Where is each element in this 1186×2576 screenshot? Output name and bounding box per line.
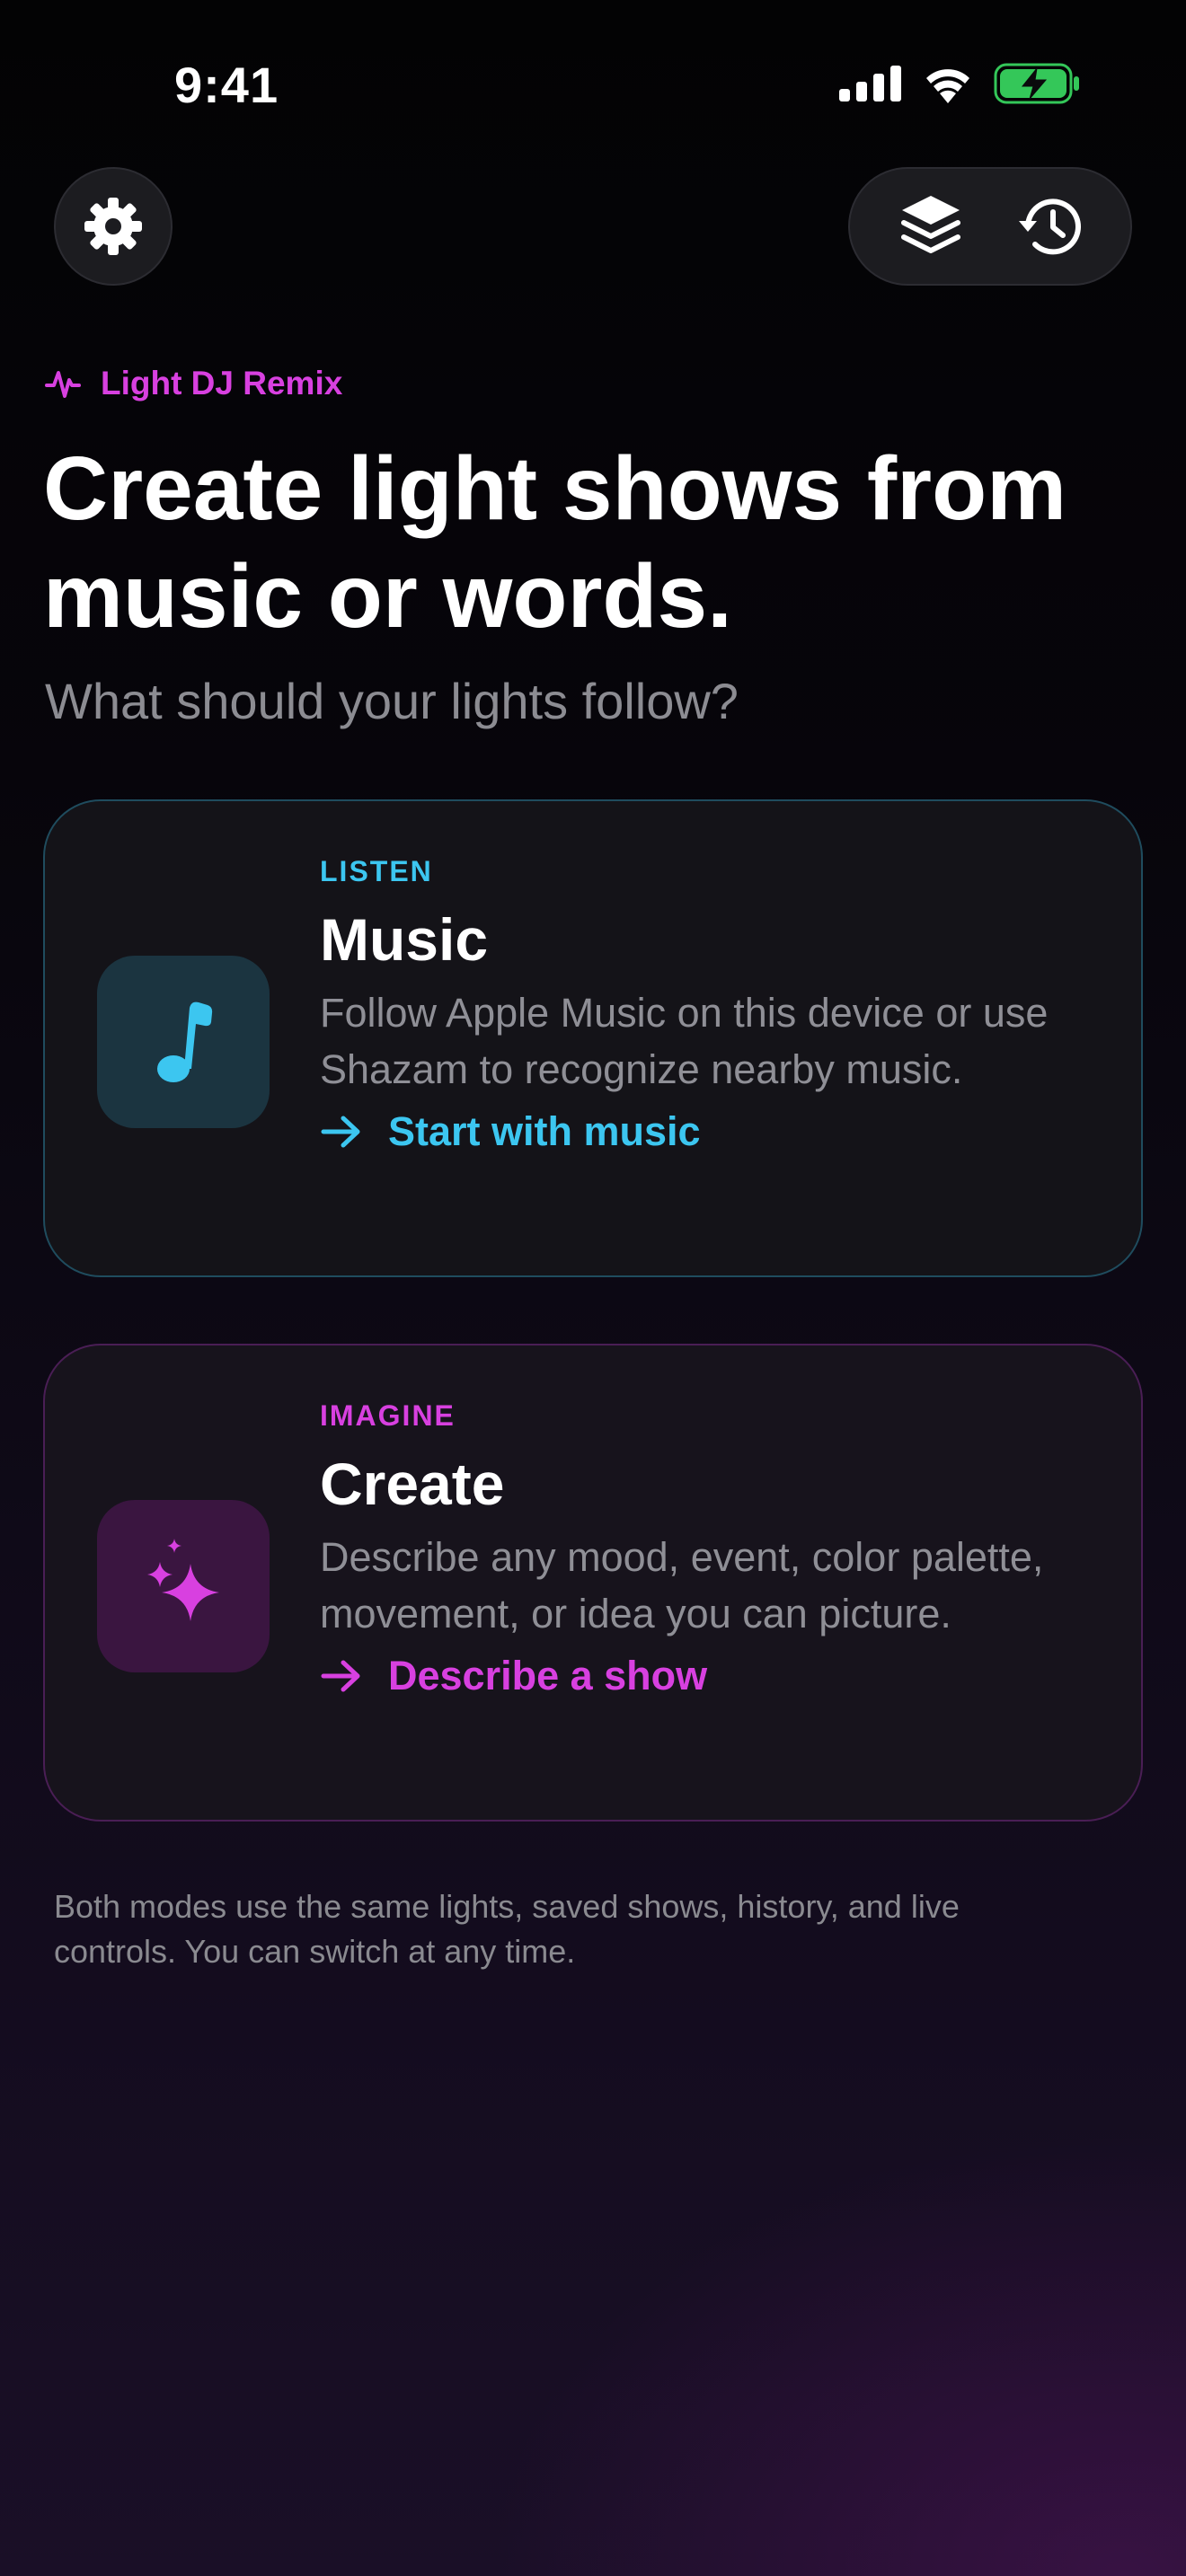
brand-row: Light DJ Remix — [45, 365, 342, 402]
create-mode-card[interactable]: IMAGINE Create Describe any mood, event,… — [43, 1344, 1143, 1822]
battery-charging-icon — [994, 63, 1079, 104]
toolbar-pill — [848, 167, 1132, 286]
cellular-signal-icon — [839, 66, 901, 101]
music-icon-tile — [97, 956, 270, 1128]
status-icons — [839, 63, 1080, 104]
arrow-right-icon — [321, 1116, 360, 1148]
gear-icon — [84, 198, 142, 255]
card-action-label: Start with music — [388, 1108, 701, 1154]
card-title: Create — [320, 1451, 505, 1517]
footnote: Both modes use the same lights, saved sh… — [54, 1888, 960, 1970]
wifi-icon — [926, 69, 969, 103]
start-with-music-link[interactable]: Start with music — [320, 1108, 1093, 1155]
page-subtitle: What should your lights follow? — [45, 673, 739, 729]
settings-button[interactable] — [54, 167, 173, 286]
sparkles-icon — [147, 1539, 219, 1621]
card-description: Describe any mood, event, color palette,… — [320, 1534, 1044, 1636]
music-card-body: LISTEN Music Follow Apple Music on this … — [320, 855, 1093, 1155]
card-title: Music — [320, 906, 489, 973]
saved-shows-button[interactable] — [886, 181, 976, 271]
card-kicker: LISTEN — [320, 855, 433, 887]
history-icon — [1019, 198, 1081, 255]
card-description: Follow Apple Music on this device or use… — [320, 990, 1049, 1092]
music-mode-card[interactable]: LISTEN Music Follow Apple Music on this … — [43, 799, 1143, 1277]
card-kicker: IMAGINE — [320, 1399, 456, 1432]
layers-icon — [901, 196, 960, 253]
history-button[interactable] — [1005, 181, 1094, 271]
card-action-label: Describe a show — [388, 1653, 708, 1698]
create-icon-tile — [97, 1500, 270, 1672]
music-note-icon — [157, 1001, 213, 1082]
waveform-icon — [45, 371, 81, 398]
status-time: 9:41 — [174, 57, 279, 113]
describe-a-show-link[interactable]: Describe a show — [320, 1653, 1093, 1699]
brand-label: Light DJ Remix — [101, 365, 343, 401]
page-title: Create light shows from music or words. — [43, 438, 1067, 647]
arrow-right-icon — [321, 1660, 360, 1692]
create-card-body: IMAGINE Create Describe any mood, event,… — [320, 1399, 1093, 1699]
